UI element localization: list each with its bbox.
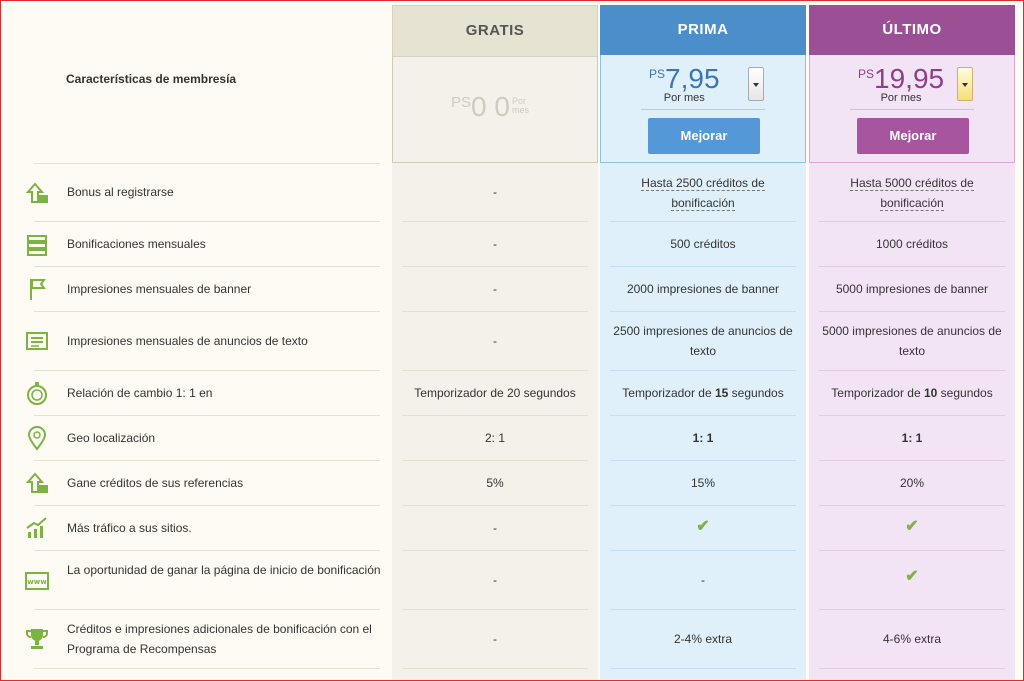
location-pin-icon (24, 425, 50, 451)
cell-prima: - (701, 573, 705, 587)
svg-text:www: www (27, 578, 47, 586)
cell-ultimo: 1: 1 (901, 431, 923, 445)
row-divider (402, 668, 588, 669)
cell-prima: 15% (690, 476, 716, 490)
trophy-icon (24, 626, 50, 652)
upload-arrow-icon (24, 180, 50, 206)
cell-gratis: - (493, 185, 497, 199)
cell-ultimo: 1000 créditos (875, 237, 949, 251)
features-heading: Características de membresía (66, 72, 237, 86)
feature-label: Relación de cambio 1: 1 en (67, 386, 213, 400)
feature-row-referral-credits: Gane créditos de sus referencias 5% 15% … (0, 461, 1024, 506)
feature-row-rewards-program: Créditos e impresiones adicionales de bo… (0, 610, 1024, 669)
upload-arrow-icon (24, 470, 50, 496)
cell-gratis: - (493, 573, 497, 587)
row-divider (610, 668, 796, 669)
cell-gratis: - (493, 237, 497, 251)
cell-gratis: - (493, 632, 497, 646)
cell-prima: Hasta 2500 créditos de bonificación (600, 173, 806, 213)
cell-prima: 500 créditos (670, 237, 736, 251)
banner-flag-icon (24, 276, 50, 302)
feature-label: Bonificaciones mensuales (67, 237, 206, 251)
row-divider (34, 668, 380, 669)
cell-gratis: 5% (486, 476, 504, 490)
feature-row-banner-impressions: Impresiones mensuales de banner - 2000 i… (0, 267, 1024, 312)
bonus-tooltip-link[interactable]: Hasta 2500 créditos de (641, 176, 765, 191)
cell-ultimo: 4-6% extra (882, 632, 942, 646)
price-period-gratis: Por mes (511, 96, 529, 115)
cell-prima: Temporizador de 15 segundos (622, 386, 784, 400)
price-divider (850, 109, 974, 110)
row-divider (819, 668, 1005, 669)
feature-label: Gane créditos de sus referencias (67, 476, 244, 490)
feature-label: Impresiones mensuales de anuncios de tex… (67, 334, 308, 348)
row-divider (34, 163, 380, 164)
feature-row-geo-location: Geo localización 2: 1 1: 1 1: 1 (0, 416, 1024, 461)
growth-chart-icon (24, 515, 50, 541)
feature-label: Más tráfico a sus sitios. (67, 521, 192, 535)
text-list-icon (24, 328, 50, 354)
price-box-prima: PS7,95 Por mes Mejorar (600, 55, 806, 163)
feature-label: Bonus al registrarse (67, 185, 174, 199)
plan-title-ultimo: ÚLTIMO (809, 5, 1015, 55)
feature-label: Geo localización (67, 431, 156, 445)
cell-ultimo: Hasta 5000 créditos de bonificación (809, 173, 1015, 213)
cell-prima: 2500 impresiones de anuncios de texto (613, 324, 793, 358)
cell-gratis: - (493, 521, 497, 535)
upgrade-button-prima[interactable]: Mejorar (648, 118, 760, 154)
bonus-tooltip-link[interactable]: Hasta 5000 créditos de (850, 176, 974, 191)
check-icon: ✔ (696, 518, 710, 535)
cell-gratis: 2: 1 (484, 431, 505, 445)
cell-prima: 1: 1 (692, 431, 714, 445)
price-ultimo: PS19,95 Por mes (858, 63, 945, 104)
feature-row-homepage-bonus: www La oportunidad de ganar la página de… (0, 551, 1024, 610)
cell-ultimo: 5000 impresiones de banner (835, 282, 989, 296)
feature-row-more-traffic: Más tráfico a sus sitios. - ✔ ✔ (0, 506, 1024, 551)
price-gratis: PS0 0 Por mes (451, 91, 534, 123)
plan-title-prima: PRIMA (600, 5, 806, 55)
feature-label: Impresiones mensuales de banner (67, 282, 252, 296)
cell-ultimo: 20% (899, 476, 925, 490)
cell-ultimo: Temporizador de 10 segundos (831, 386, 993, 400)
check-icon: ✔ (905, 568, 919, 585)
price-divider (641, 109, 765, 110)
stopwatch-icon (24, 380, 50, 406)
feature-row-exchange-ratio: Relación de cambio 1: 1 en Temporizador … (0, 371, 1024, 416)
cell-ultimo: 5000 impresiones de anuncios de texto (822, 324, 1002, 358)
cell-prima: 2000 impresiones de banner (626, 282, 780, 296)
billing-period-dropdown-ultimo[interactable] (957, 67, 973, 101)
feature-row-monthly-bonus: Bonificaciones mensuales - 500 créditos … (0, 222, 1024, 267)
www-browser-icon: www (24, 568, 50, 594)
upgrade-button-ultimo[interactable]: Mejorar (857, 118, 969, 154)
cell-gratis: - (493, 282, 497, 296)
feature-label: Créditos e impresiones adicionales de bo… (67, 622, 372, 656)
bonus-tooltip-link[interactable]: bonificación (880, 196, 944, 211)
feature-row-signup-bonus: Bonus al registrarse - Hasta 2500 crédit… (0, 163, 1024, 222)
stack-icon (24, 232, 50, 258)
check-icon: ✔ (905, 518, 919, 535)
cell-prima: 2-4% extra (673, 632, 733, 646)
feature-label: La oportunidad de ganar la página de ini… (67, 563, 381, 577)
price-prima: PS7,95 Por mes (649, 63, 720, 104)
feature-row-text-ad-impressions: Impresiones mensuales de anuncios de tex… (0, 312, 1024, 371)
bonus-tooltip-link[interactable]: bonificación (671, 196, 735, 211)
cell-gratis: - (493, 334, 497, 348)
billing-period-dropdown-prima[interactable] (748, 67, 764, 101)
cell-gratis: Temporizador de 20 segundos (414, 386, 576, 400)
plan-title-gratis: GRATIS (392, 5, 598, 57)
price-box-gratis: PS0 0 Por mes (392, 55, 598, 163)
price-box-ultimo: PS19,95 Por mes Mejorar (809, 55, 1015, 163)
